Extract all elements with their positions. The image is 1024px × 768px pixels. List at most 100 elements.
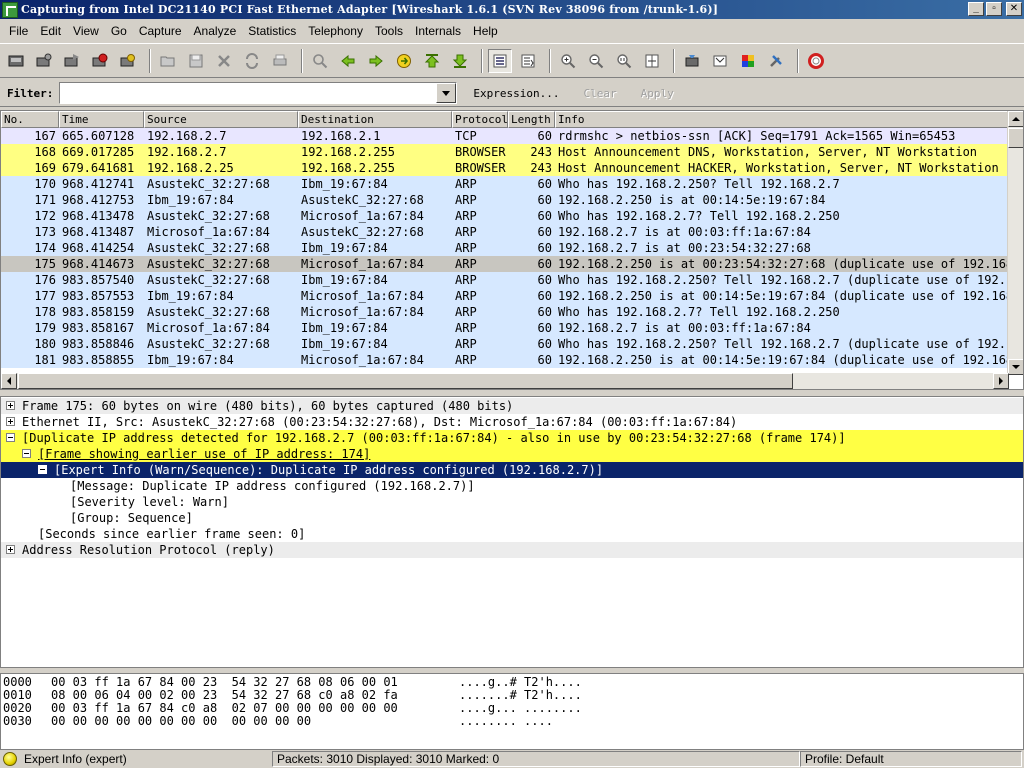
help-button[interactable] bbox=[804, 49, 828, 73]
packet-row[interactable]: 167 665.607128 192.168.2.7 192.168.2.1 TCP 60… bbox=[1, 128, 1009, 144]
menu-statistics[interactable]: Statistics bbox=[242, 24, 302, 38]
menu-help[interactable]: Help bbox=[467, 24, 504, 38]
packet-list-horizontal-scrollbar[interactable] bbox=[1, 373, 1009, 389]
detail-tree-row[interactable]: [Group: Sequence] bbox=[1, 510, 1023, 526]
go-forward-button[interactable] bbox=[364, 49, 388, 73]
maximize-button[interactable]: ▫ bbox=[986, 2, 1002, 16]
column-header-no[interactable]: No. bbox=[1, 111, 59, 128]
go-to-packet-button[interactable] bbox=[392, 49, 416, 73]
menu-edit[interactable]: Edit bbox=[34, 24, 67, 38]
menu-capture[interactable]: Capture bbox=[133, 24, 188, 38]
detail-tree-row[interactable]: [Severity level: Warn] bbox=[1, 494, 1023, 510]
preferences-button[interactable] bbox=[764, 49, 788, 73]
print-button[interactable] bbox=[268, 49, 292, 73]
collapse-icon[interactable] bbox=[6, 433, 15, 442]
zoom-out-button[interactable] bbox=[584, 49, 608, 73]
column-header-time[interactable]: Time bbox=[59, 111, 144, 128]
restart-capture-button[interactable] bbox=[116, 49, 140, 73]
stop-capture-button[interactable] bbox=[88, 49, 112, 73]
coloring-rules-button[interactable] bbox=[736, 49, 760, 73]
title-bar[interactable]: Capturing from Intel DC21140 PCI Fast Et… bbox=[0, 0, 1024, 19]
column-header-protocol[interactable]: Protocol bbox=[452, 111, 508, 128]
capture-filters-button[interactable] bbox=[680, 49, 704, 73]
scroll-down-button[interactable] bbox=[1008, 359, 1023, 375]
packet-row[interactable]: 172 968.413478 AsustekC_32:27:68 Microsof_1… bbox=[1, 208, 1009, 224]
detail-tree-row[interactable]: Address Resolution Protocol (reply) bbox=[1, 542, 1023, 558]
packet-row[interactable]: 176 983.857540 AsustekC_32:27:68 Ibm_19:67:… bbox=[1, 272, 1009, 288]
packet-details-pane[interactable]: Frame 175: 60 bytes on wire (480 bits), … bbox=[0, 396, 1024, 668]
start-capture-button[interactable] bbox=[60, 49, 84, 73]
menu-tools[interactable]: Tools bbox=[369, 24, 409, 38]
packet-list-pane[interactable]: No. Time Source Destination Protocol Len… bbox=[0, 110, 1024, 390]
menu-view[interactable]: View bbox=[67, 24, 105, 38]
collapse-icon[interactable] bbox=[22, 449, 31, 458]
detail-tree-row[interactable]: [Message: Duplicate IP address configure… bbox=[1, 478, 1023, 494]
menu-analyze[interactable]: Analyze bbox=[188, 24, 243, 38]
hex-offset[interactable]: 0030 bbox=[3, 715, 32, 728]
close-file-button[interactable] bbox=[212, 49, 236, 73]
expand-icon[interactable] bbox=[6, 401, 15, 410]
filter-combobox[interactable] bbox=[59, 82, 458, 104]
resize-columns-button[interactable] bbox=[640, 49, 664, 73]
packet-row[interactable]: 170 968.412741 AsustekC_32:27:68 Ibm_19:67:… bbox=[1, 176, 1009, 192]
menu-file[interactable]: File bbox=[3, 24, 34, 38]
packet-row[interactable]: 179 983.858167 Microsof_1a:67:84 Ibm_19:67:… bbox=[1, 320, 1009, 336]
packet-row[interactable]: 181 983.858855 Ibm_19:67:84 Microsof_1a:67:… bbox=[1, 352, 1009, 368]
capture-options-button[interactable] bbox=[32, 49, 56, 73]
apply-button[interactable]: Apply bbox=[633, 87, 682, 100]
detail-tree-row[interactable]: Frame 175: 60 bytes on wire (480 bits), … bbox=[1, 398, 1023, 414]
packet-row[interactable]: 175 968.414673 AsustekC_32:27:68 Microsof_1… bbox=[1, 256, 1009, 272]
zoom-in-button[interactable] bbox=[556, 49, 580, 73]
scroll-left-button[interactable] bbox=[1, 373, 17, 389]
packet-row[interactable]: 174 968.414254 AsustekC_32:27:68 Ibm_19:67:… bbox=[1, 240, 1009, 256]
horizontal-scroll-thumb[interactable] bbox=[18, 373, 793, 389]
interfaces-button[interactable] bbox=[4, 49, 28, 73]
detail-tree-row[interactable]: [Frame showing earlier use of IP address… bbox=[1, 446, 1023, 462]
collapse-icon[interactable] bbox=[38, 465, 47, 474]
expand-icon[interactable] bbox=[6, 545, 15, 554]
scroll-up-button[interactable] bbox=[1008, 111, 1023, 127]
packet-row[interactable]: 169 679.641681 192.168.2.25 192.168.2.255 BR… bbox=[1, 160, 1009, 176]
reload-button[interactable] bbox=[240, 49, 264, 73]
scroll-right-button[interactable] bbox=[993, 373, 1009, 389]
packet-row[interactable]: 168 669.017285 192.168.2.7 192.168.2.255 BRO… bbox=[1, 144, 1009, 160]
detail-tree-row[interactable]: [Duplicate IP address detected for 192.1… bbox=[1, 430, 1023, 446]
display-filters-button[interactable] bbox=[708, 49, 732, 73]
clear-button[interactable]: Clear bbox=[575, 87, 624, 100]
detail-tree-row[interactable]: [Seconds since earlier frame seen: 0] bbox=[1, 526, 1023, 542]
save-file-button[interactable] bbox=[184, 49, 208, 73]
filter-input[interactable] bbox=[60, 83, 436, 103]
expert-info-led-icon[interactable] bbox=[3, 752, 17, 766]
go-first-packet-button[interactable] bbox=[420, 49, 444, 73]
close-button[interactable]: ✕ bbox=[1006, 2, 1022, 16]
detail-tree-link[interactable]: [Frame showing earlier use of IP address… bbox=[38, 446, 370, 462]
auto-scroll-button[interactable] bbox=[516, 49, 540, 73]
packet-list-vertical-scrollbar[interactable] bbox=[1007, 111, 1023, 375]
column-header-destination[interactable]: Destination bbox=[298, 111, 452, 128]
menu-internals[interactable]: Internals bbox=[409, 24, 467, 38]
go-back-button[interactable] bbox=[336, 49, 360, 73]
minimize-button[interactable]: _ bbox=[968, 2, 984, 16]
filter-dropdown-button[interactable] bbox=[436, 83, 457, 103]
column-header-source[interactable]: Source bbox=[144, 111, 298, 128]
packet-row[interactable]: 178 983.858159 AsustekC_32:27:68 Microsof_1… bbox=[1, 304, 1009, 320]
detail-tree-row[interactable]: [Expert Info (Warn/Sequence): Duplicate … bbox=[1, 462, 1023, 478]
expression-button[interactable]: Expression... bbox=[465, 87, 567, 100]
menu-go[interactable]: Go bbox=[105, 24, 133, 38]
go-last-packet-button[interactable] bbox=[448, 49, 472, 73]
find-packet-button[interactable] bbox=[308, 49, 332, 73]
packet-row[interactable]: 180 983.858846 AsustekC_32:27:68 Ibm_19:67:… bbox=[1, 336, 1009, 352]
column-header-info[interactable]: Info bbox=[555, 111, 1009, 128]
colorize-button[interactable] bbox=[488, 48, 512, 73]
packet-row[interactable]: 171 968.412753 Ibm_19:67:84 AsustekC_32:27:… bbox=[1, 192, 1009, 208]
packet-row[interactable]: 173 968.413487 Microsof_1a:67:84 AsustekC_3… bbox=[1, 224, 1009, 240]
open-file-button[interactable] bbox=[156, 49, 180, 73]
status-expert-info[interactable]: Expert Info (expert) bbox=[20, 751, 272, 767]
normal-size-button[interactable] bbox=[612, 49, 636, 73]
column-header-length[interactable]: Length bbox=[508, 111, 555, 128]
packet-row[interactable]: 177 983.857553 Ibm_19:67:84 Microsof_1a:67:… bbox=[1, 288, 1009, 304]
vertical-scroll-thumb[interactable] bbox=[1008, 128, 1023, 148]
menu-telephony[interactable]: Telephony bbox=[302, 24, 369, 38]
expand-icon[interactable] bbox=[6, 417, 15, 426]
detail-tree-row[interactable]: Ethernet II, Src: AsustekC_32:27:68 (00:… bbox=[1, 414, 1023, 430]
